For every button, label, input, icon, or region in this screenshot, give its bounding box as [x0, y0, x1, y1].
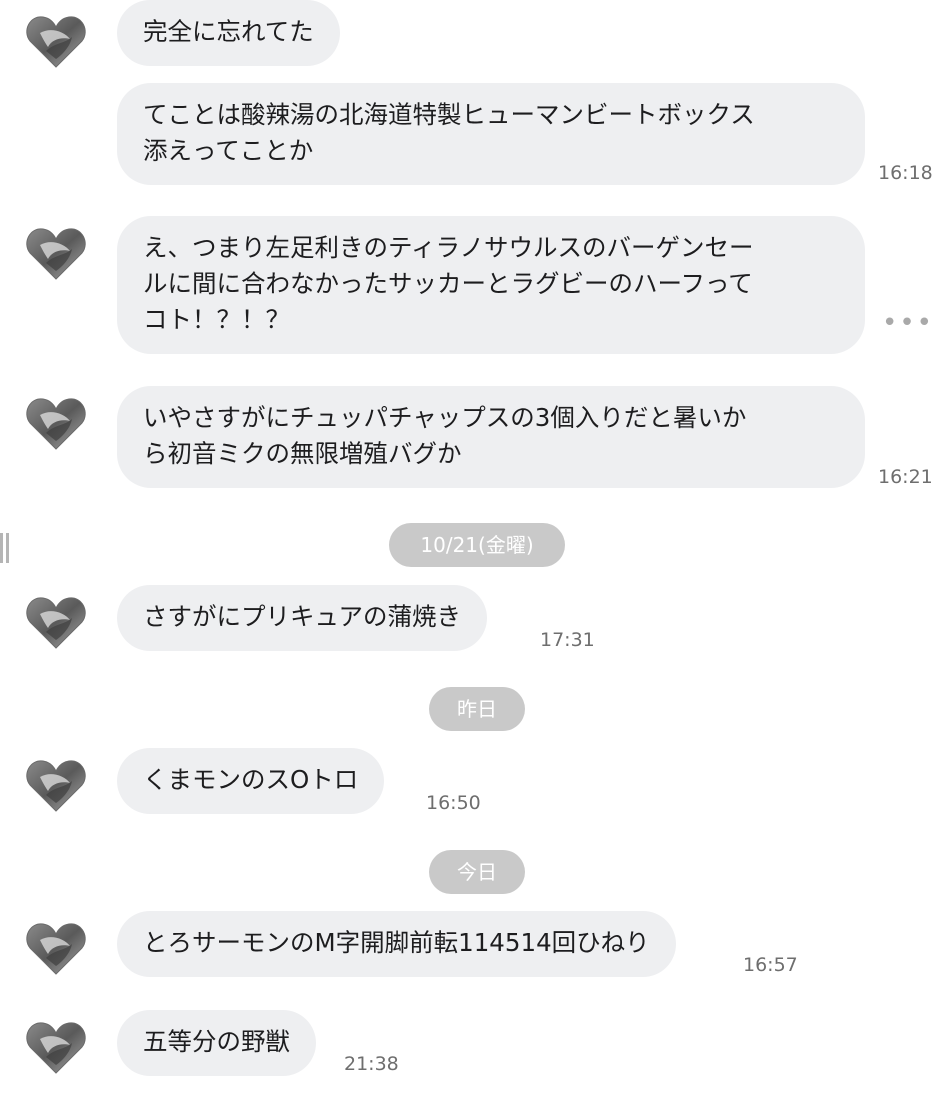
message-bubble[interactable]: くまモンのスOトロ [117, 748, 385, 814]
message-time: 16:50 [426, 792, 481, 814]
heart-avatar-icon [26, 16, 86, 68]
avatar[interactable] [20, 911, 92, 983]
avatar[interactable] [20, 748, 92, 820]
message-time: 16:57 [743, 954, 798, 976]
heart-avatar-icon [26, 760, 86, 812]
heart-avatar-icon [26, 1022, 86, 1074]
message-time: 16:18 [878, 162, 933, 184]
date-separator: 今日 [429, 850, 525, 894]
message-bubble[interactable]: てことは酸辣湯の北海道特製ヒューマンビートボックス 添えってことか [117, 83, 865, 185]
avatar[interactable] [20, 585, 92, 657]
message-time: 16:21 [878, 466, 933, 488]
date-separator: 昨日 [429, 687, 525, 731]
avatar[interactable] [20, 216, 92, 288]
message-bubble[interactable]: いやさすがにチュッパチャップスの3個入りだと暑いか ら初音ミクの無限増殖バグか [117, 386, 865, 488]
message-bubble[interactable]: 完全に忘れてた [117, 0, 340, 66]
avatar[interactable] [20, 4, 92, 76]
ellipsis-icon[interactable]: ••• [882, 310, 934, 336]
heart-avatar-icon [26, 228, 86, 280]
message-bubble[interactable]: え、つまり左足利きのティラノサウルスのバーゲンセー ルに間に合わなかったサッカー… [117, 216, 865, 354]
message-bubble[interactable]: 五等分の野獣 [117, 1010, 316, 1076]
message-bubble[interactable]: さすがにプリキュアの蒲焼き [117, 585, 488, 651]
avatar[interactable] [20, 1010, 92, 1082]
scroll-marker [0, 533, 10, 563]
message-bubble[interactable]: とろサーモンのM字開脚前転114514回ひねり [117, 911, 676, 977]
heart-avatar-icon [26, 597, 86, 649]
message-time: 21:38 [344, 1053, 399, 1075]
avatar[interactable] [20, 386, 92, 458]
heart-avatar-icon [26, 398, 86, 450]
message-time: 17:31 [540, 629, 595, 651]
heart-avatar-icon [26, 923, 86, 975]
date-separator: 10/21(金曜) [389, 523, 565, 567]
